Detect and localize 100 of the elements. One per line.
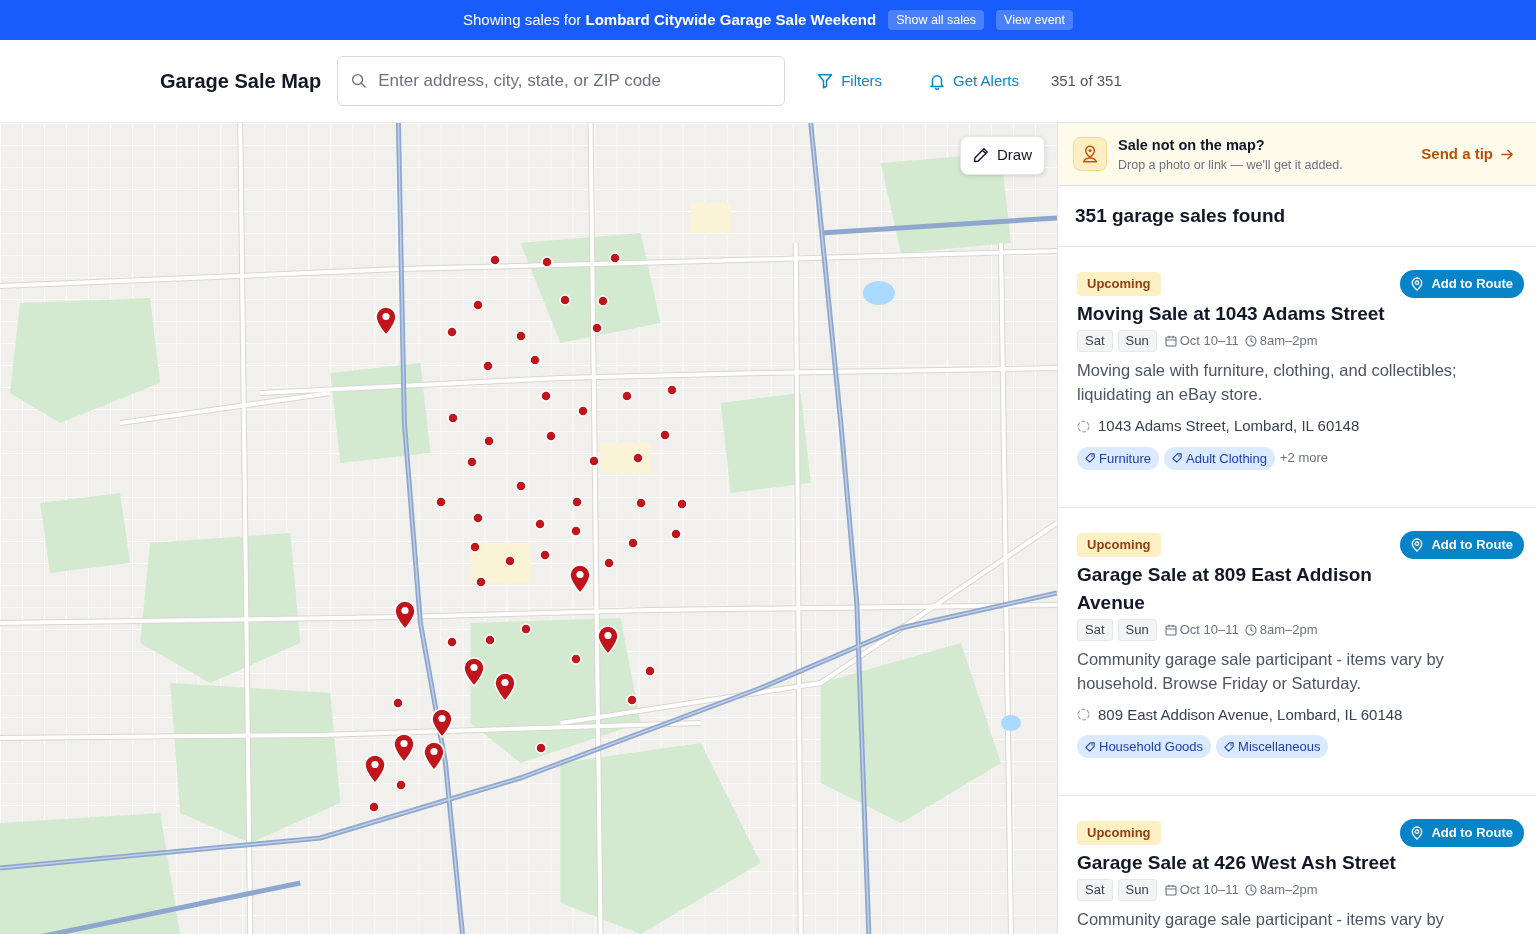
building-lot — [690, 203, 731, 233]
day-chip: Sun — [1117, 879, 1157, 901]
map-marker-pin-icon[interactable] — [394, 600, 416, 630]
add-to-route-button[interactable]: Add to Route — [1400, 530, 1524, 559]
sale-description: Community garage sale participant - items vary by household. Browse Friday or Saturday. — [1077, 648, 1445, 694]
map-marker-pin-icon[interactable] — [597, 625, 619, 655]
map-marker-dot-icon[interactable] — [446, 326, 458, 338]
map-marker-dot-icon[interactable] — [541, 256, 553, 268]
category-tag[interactable]: Miscellaneous — [1216, 735, 1329, 758]
map-marker-dot-icon[interactable] — [597, 295, 609, 307]
category-tag[interactable]: Adult Clothing — [1164, 446, 1275, 470]
building-lot — [470, 543, 531, 583]
map-marker-dot-icon[interactable] — [368, 801, 380, 813]
building-lot — [600, 443, 651, 473]
status-badge: Upcoming — [1077, 532, 1161, 557]
send-tip-link[interactable]: Send a tip — [1421, 142, 1514, 166]
map-marker-dot-icon[interactable] — [571, 496, 583, 508]
map-marker-dot-icon[interactable] — [539, 549, 551, 561]
sale-title: Garage Sale at 426 West Ash Street — [1077, 851, 1397, 875]
category-tag[interactable]: Furniture — [1077, 446, 1160, 470]
map-marker-dot-icon[interactable] — [666, 384, 678, 396]
map-marker-pin-icon[interactable] — [569, 564, 591, 594]
day-chip: Sat — [1077, 879, 1113, 901]
results-heading: 351 garage sales found — [1058, 186, 1536, 247]
clock-icon — [1244, 884, 1257, 896]
map-marker-dot-icon[interactable] — [534, 518, 546, 530]
map-marker-dot-icon[interactable] — [635, 497, 647, 509]
tag-icon — [1085, 741, 1095, 752]
map-marker-pin-icon[interactable] — [393, 733, 415, 763]
map-marker-dot-icon[interactable] — [520, 623, 532, 635]
sale-hours: 8am–2pm — [1259, 620, 1318, 639]
map-marker-dot-icon[interactable] — [475, 576, 487, 588]
map-marker-dot-icon[interactable] — [469, 541, 481, 553]
view-event-button[interactable]: View event — [996, 10, 1074, 30]
map-marker-dot-icon[interactable] — [626, 694, 638, 706]
map-marker-dot-icon[interactable] — [466, 456, 478, 468]
map-marker-pin-icon[interactable] — [375, 306, 397, 336]
tag-icon — [1224, 741, 1235, 752]
map-marker-dot-icon[interactable] — [482, 360, 494, 372]
map-marker-dot-icon[interactable] — [577, 405, 589, 417]
add-to-route-button[interactable]: Add to Route — [1400, 819, 1524, 847]
map-marker-dot-icon[interactable] — [540, 390, 552, 402]
sale-hours: 8am–2pm — [1259, 332, 1318, 351]
add-to-route-button[interactable]: Add to Route — [1400, 270, 1524, 298]
map-marker-pin-icon[interactable] — [463, 657, 485, 687]
map-marker-dot-icon[interactable] — [545, 430, 557, 442]
show-all-sales-button[interactable]: Show all sales — [888, 10, 985, 30]
map-marker-dot-icon[interactable] — [435, 496, 447, 508]
map-marker-dot-icon[interactable] — [676, 498, 688, 510]
calendar-icon — [1164, 335, 1177, 347]
map-marker-dot-icon[interactable] — [515, 480, 527, 492]
location-target-icon — [1077, 708, 1090, 722]
map-marker-dot-icon[interactable] — [446, 636, 458, 648]
filters-button[interactable]: Filters — [817, 65, 883, 97]
map-marker-dot-icon[interactable] — [621, 390, 633, 402]
map-marker-dot-icon[interactable] — [472, 512, 484, 524]
map-marker-dot-icon[interactable] — [484, 634, 496, 646]
draw-button[interactable]: Draw — [960, 136, 1045, 175]
banner-text: Showing sales for Lombard Citywide Garage Sale Weekend — [462, 9, 877, 30]
map-marker-dot-icon[interactable] — [670, 528, 682, 540]
get-alerts-button[interactable]: Get Alerts — [929, 65, 1019, 97]
sale-description: Community garage sale participant - items vary by — [1077, 909, 1445, 930]
sale-title: Moving Sale at 1043 Adams Street — [1077, 302, 1386, 326]
map-marker-dot-icon[interactable] — [489, 254, 501, 266]
map-marker-dot-icon[interactable] — [559, 294, 571, 306]
map-marker-dot-icon[interactable] — [570, 525, 582, 537]
map-marker-pin-icon[interactable] — [494, 672, 516, 702]
map-marker-dot-icon[interactable] — [591, 322, 603, 334]
map-marker-dot-icon[interactable] — [529, 354, 541, 366]
sale-card[interactable]: Upcoming Add to Route Garage Sale at 426 West Ash Street Sat Sun Oct 10–11 8am–2pm Community garage sale participant - items vary by — [1058, 796, 1536, 934]
map-marker-dot-icon[interactable] — [395, 779, 407, 791]
map-marker-dot-icon[interactable] — [644, 665, 656, 677]
map-marker-dot-icon[interactable] — [483, 435, 495, 447]
map-marker-dot-icon[interactable] — [659, 429, 671, 441]
map-marker-dot-icon[interactable] — [515, 330, 527, 342]
category-tag[interactable]: Household Goods — [1077, 735, 1212, 758]
tip-subtitle: Drop a photo or link — we'll get it added. — [1118, 156, 1343, 173]
map-marker-dot-icon[interactable] — [570, 653, 582, 665]
sale-dates: Oct 10–11 — [1179, 620, 1239, 639]
map-marker-dot-icon[interactable] — [504, 555, 516, 567]
map-marker-pin-icon[interactable] — [364, 754, 386, 784]
map-marker-dot-icon[interactable] — [588, 455, 600, 467]
map-marker-dot-icon[interactable] — [603, 557, 615, 569]
map-marker-dot-icon[interactable] — [392, 697, 404, 709]
sale-dates: Oct 10–11 — [1179, 332, 1239, 351]
map-marker-dot-icon[interactable] — [632, 452, 644, 464]
more-tags-link[interactable]: +2 more — [1280, 448, 1329, 468]
pencil-icon — [973, 147, 989, 164]
map-marker-dot-icon[interactable] — [609, 252, 621, 264]
location-person-icon — [1073, 137, 1107, 171]
map-marker-dot-icon[interactable] — [447, 412, 459, 424]
pond — [862, 281, 895, 305]
map-marker-pin-icon[interactable] — [423, 741, 445, 771]
map-marker-dot-icon[interactable] — [535, 742, 547, 754]
map-pin-icon — [1411, 277, 1424, 291]
search-field[interactable]: Enter address, city, state, or ZIP code — [337, 56, 786, 106]
results-count: 351 of 351 — [1050, 70, 1122, 91]
map-marker-dot-icon[interactable] — [472, 299, 484, 311]
map-marker-pin-icon[interactable] — [431, 708, 453, 738]
map-marker-dot-icon[interactable] — [627, 537, 639, 549]
